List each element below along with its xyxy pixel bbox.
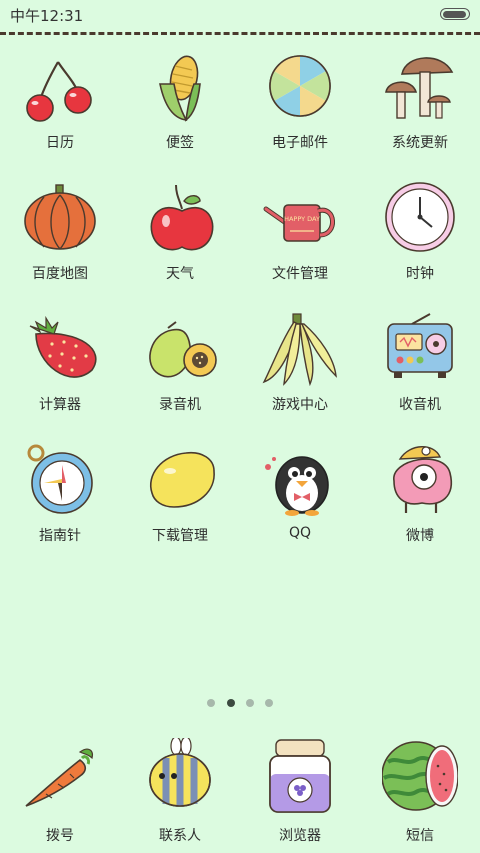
- app-label: 电子邮件: [272, 135, 328, 151]
- dock: 拨号 联系人 浏览器 短信: [0, 730, 480, 853]
- app-contacts[interactable]: 联系人: [120, 730, 240, 850]
- app-label: 便签: [166, 135, 194, 151]
- page-indicator: [0, 699, 480, 709]
- page-dot-active[interactable]: [227, 699, 235, 707]
- page-dot[interactable]: [207, 699, 215, 707]
- candy-icon: [269, 55, 331, 117]
- app-label: 百度地图: [32, 266, 88, 282]
- compass-icon: [27, 444, 93, 514]
- watering-can-icon: HAPPY DAY: [263, 204, 335, 242]
- bee-icon: [149, 738, 211, 807]
- app-label: 下载管理: [152, 528, 208, 544]
- watering-can-text: HAPPY DAY: [284, 215, 320, 223]
- clock-icon: [385, 182, 455, 252]
- app-clock[interactable]: 时钟: [360, 171, 480, 291]
- app-label: 游戏中心: [272, 397, 328, 413]
- app-label: 计算器: [39, 397, 81, 413]
- app-weather[interactable]: 天气: [120, 171, 240, 291]
- app-label: 指南针: [39, 528, 81, 544]
- app-notes[interactable]: 便签: [120, 40, 240, 160]
- jam-jar-icon: [269, 739, 331, 813]
- divider: [0, 32, 480, 35]
- carrot-icon: [25, 748, 93, 807]
- app-email[interactable]: 电子邮件: [240, 40, 360, 160]
- app-radio[interactable]: 收音机: [360, 302, 480, 422]
- app-game-center[interactable]: 游戏中心: [240, 302, 360, 422]
- app-label: 联系人: [159, 828, 201, 844]
- app-label: 浏览器: [279, 828, 321, 844]
- page-dot[interactable]: [265, 699, 273, 707]
- page-dot[interactable]: [246, 699, 254, 707]
- app-system-update[interactable]: 系统更新: [360, 40, 480, 160]
- banana-icon: [262, 313, 337, 386]
- lemon-icon: [149, 451, 215, 508]
- app-label: 系统更新: [392, 135, 448, 151]
- app-weibo[interactable]: 微博: [360, 433, 480, 553]
- app-label: 文件管理: [272, 266, 328, 282]
- status-time: 中午12:31: [10, 7, 84, 25]
- mushroom-icon: [385, 57, 454, 119]
- strawberry-icon: [29, 315, 97, 378]
- app-messages[interactable]: 短信: [360, 730, 480, 850]
- status-bar: 中午12:31: [0, 0, 480, 30]
- app-label: 天气: [166, 266, 194, 282]
- app-baidu-map[interactable]: 百度地图: [0, 171, 120, 291]
- cherry-icon: [26, 61, 92, 122]
- corn-icon: [159, 55, 201, 122]
- app-calculator[interactable]: 计算器: [0, 302, 120, 422]
- radio-icon: [387, 313, 453, 378]
- app-label: 收音机: [399, 397, 441, 413]
- pumpkin-icon: [24, 184, 96, 250]
- app-recorder[interactable]: 录音机: [120, 302, 240, 422]
- battery-icon: [440, 8, 470, 20]
- app-browser[interactable]: 浏览器: [240, 730, 360, 850]
- app-file-manager[interactable]: HAPPY DAY 文件管理: [240, 171, 360, 291]
- app-label: 日历: [46, 135, 74, 151]
- app-label: 短信: [406, 828, 434, 844]
- app-label: 微博: [406, 528, 434, 544]
- app-label: 拨号: [46, 828, 74, 844]
- app-label: 录音机: [159, 397, 201, 413]
- app-qq[interactable]: QQ: [240, 433, 360, 553]
- app-dialer[interactable]: 拨号: [0, 730, 120, 850]
- apple-icon: [150, 184, 214, 251]
- app-download-manager[interactable]: 下载管理: [120, 433, 240, 553]
- app-label: QQ: [288, 525, 312, 541]
- watermelon-icon: [382, 741, 458, 811]
- app-compass[interactable]: 指南针: [0, 433, 120, 553]
- papaya-icon: [149, 321, 217, 378]
- penguin-icon: [265, 456, 329, 516]
- app-label: 时钟: [406, 266, 434, 282]
- blob-icon: [393, 446, 453, 513]
- app-calendar[interactable]: 日历: [0, 40, 120, 160]
